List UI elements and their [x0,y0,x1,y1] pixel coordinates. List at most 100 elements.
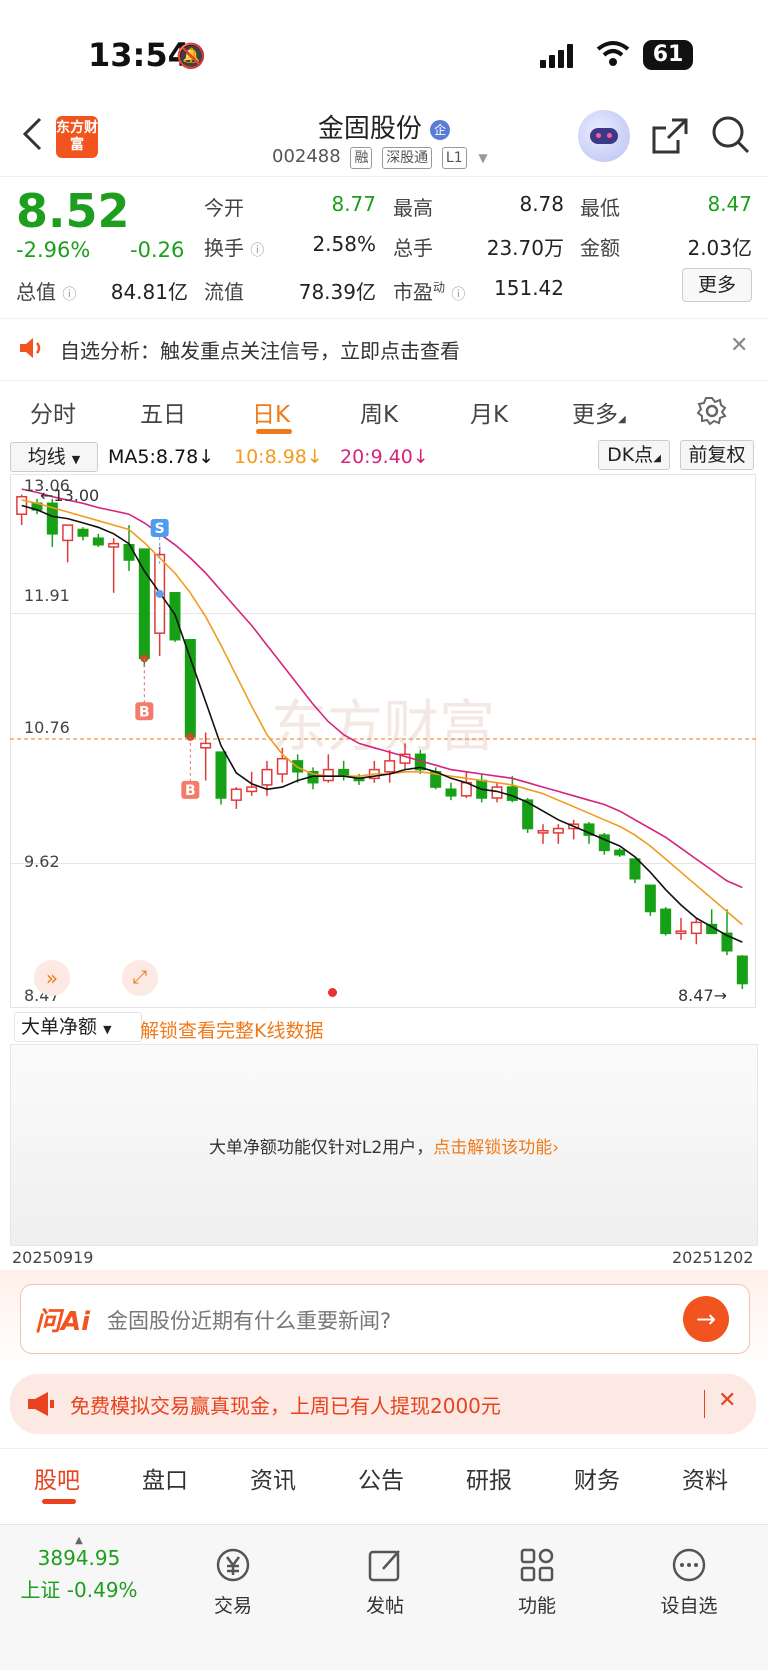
chevron-down-icon: ▼ [478,151,488,165]
wifi-icon [596,40,630,72]
candle-body [552,827,564,834]
volume-selector[interactable]: 大单净额 ▼ [14,1012,142,1042]
candle-body [506,786,518,801]
promo-text: 免费模拟交易赢真现金，上周已有人提现2000元 [70,1394,501,1418]
candle [690,918,702,945]
more-quote-button[interactable]: 更多 [682,268,752,302]
amount-value: 2.03亿 [687,236,752,260]
divider [704,1390,705,1418]
unlock-action-link[interactable]: 点击解锁该功能 [433,1138,552,1158]
stock-code: 002488 [272,146,341,167]
candle [338,760,350,781]
megaphone-icon [26,1390,56,1422]
ai-ask-bar[interactable]: 问Ai 金固股份近期有什么重要新闻? → [20,1284,750,1354]
tab-five-day[interactable]: 五日 [140,395,186,429]
ma5-value: MA5:8.78↓ [108,446,215,468]
expand-left-icon[interactable]: » [34,960,70,996]
tab-forum[interactable]: 股吧 [34,1461,80,1495]
change-amount: -0.26 [130,238,185,262]
nav-add-watchlist[interactable]: 设自选 [634,1545,744,1618]
corner-triangle-icon: ◢ [618,414,626,425]
ai-input[interactable]: 金固股份近期有什么重要新闻? [107,1305,391,1335]
low-label: 最低 [580,196,620,220]
y-tick-label: 10.76 [24,718,70,737]
quote-panel: 8.52 -2.96% -0.26 总值 ⓘ 84.81亿 今开 8.77 最高… [0,176,768,316]
stock-name: 金固股份 [317,114,422,144]
candle [16,494,28,526]
candle-body [246,786,258,793]
total-value: 84.81亿 [110,280,188,304]
high-value: 8.78 [519,192,564,216]
sell-signal-label: S [155,521,165,537]
close-icon[interactable]: ✕ [730,333,748,358]
tab-monthly-k[interactable]: 月K [470,395,508,429]
candle [537,824,549,844]
adjust-button[interactable]: 前复权 [680,440,754,470]
candle-body [384,760,396,773]
speaker-icon [18,335,44,365]
index-widget[interactable]: ▲ 3894.95 上证 -0.49% [14,1535,144,1603]
nav-features[interactable]: 功能 [482,1545,592,1618]
chevron-right-icon: › [552,1138,560,1158]
change-percent: -2.96% [16,238,91,262]
candle [644,884,656,916]
candle [215,751,227,805]
down-arrow-icon: ↓ [306,446,323,468]
candle-body [62,524,74,542]
indicator-selector[interactable]: 均线 ▼ [10,442,98,472]
candle [598,832,610,855]
volume-header: 大单净额 ▼ 解锁查看完整K线数据 [10,1010,756,1046]
ai-brand: 问Ai [35,1307,91,1337]
low-value: 8.47 [707,192,752,216]
candle [568,819,580,840]
tab-more[interactable]: 更多◢ [572,395,626,429]
candle [552,824,564,844]
dk-point-button[interactable]: DK点◢ [598,440,670,470]
nav-post[interactable]: 发帖 [330,1545,440,1618]
status-bar: 13:54 🔕 61 [0,0,768,110]
tab-daily-k[interactable]: 日K [252,395,290,429]
down-arrow-icon: ↓ [412,446,429,468]
gear-icon[interactable] [696,395,728,431]
promo-banner[interactable]: 免费模拟交易赢真现金，上周已有人提现2000元 ✕ [10,1374,756,1434]
tab-announcements[interactable]: 公告 [358,1461,404,1495]
robot-assistant-icon[interactable] [578,110,630,162]
tab-profile[interactable]: 资料 [682,1461,728,1495]
candle [675,918,687,940]
kline-tabs: 分时 五日 日K 周K 月K 更多◢ [0,380,768,441]
buy-signal-label: B [185,783,196,799]
tab-news[interactable]: 资讯 [250,1461,296,1495]
fullscreen-icon[interactable]: ⤢ [122,960,158,996]
tab-weekly-k[interactable]: 周K [360,395,398,429]
battery-indicator: 61 [643,40,693,70]
candle [368,760,380,783]
arrow-right-icon[interactable]: → [683,1296,729,1342]
y-tick-label: 9.62 [24,852,60,871]
notice-bar[interactable]: 自选分析：触发重点关注信号，立即点击查看 ✕ [0,318,768,377]
tab-research[interactable]: 研报 [466,1461,512,1495]
open-label: 今开 [204,196,244,220]
candle-body [230,788,242,801]
float-label: 流值 [204,280,244,304]
close-icon[interactable]: ✕ [718,1388,736,1413]
notice-text: 自选分析：触发重点关注信号，立即点击查看 [60,339,460,363]
tab-finance[interactable]: 财务 [574,1461,620,1495]
high-label: 最高 [393,196,433,220]
share-icon[interactable] [650,116,690,160]
search-icon[interactable] [710,114,752,160]
tab-intraday[interactable]: 分时 [30,395,76,429]
info-icon: ⓘ [62,287,77,303]
candle-body [92,537,104,546]
candle [445,782,457,801]
kline-chart[interactable]: 东方财富 BBS 13.06 11.91 10.76 9.62 8.47 ←13… [10,474,756,1008]
unlock-link[interactable]: 解锁查看完整K线数据 [140,1016,323,1043]
candle-body [276,757,288,775]
bottom-nav: ▲ 3894.95 上证 -0.49% 交易 发帖 功能 设自选 [0,1524,768,1670]
candle [736,955,748,989]
nav-trade[interactable]: 交易 [178,1545,288,1618]
tab-order-book[interactable]: 盘口 [142,1461,188,1495]
stock-code-row[interactable]: 002488 融 深股通 L1 ▼ [272,146,488,169]
active-tab-indicator [256,429,292,434]
down-arrow-icon: ↓ [198,446,215,468]
candle [721,909,733,956]
